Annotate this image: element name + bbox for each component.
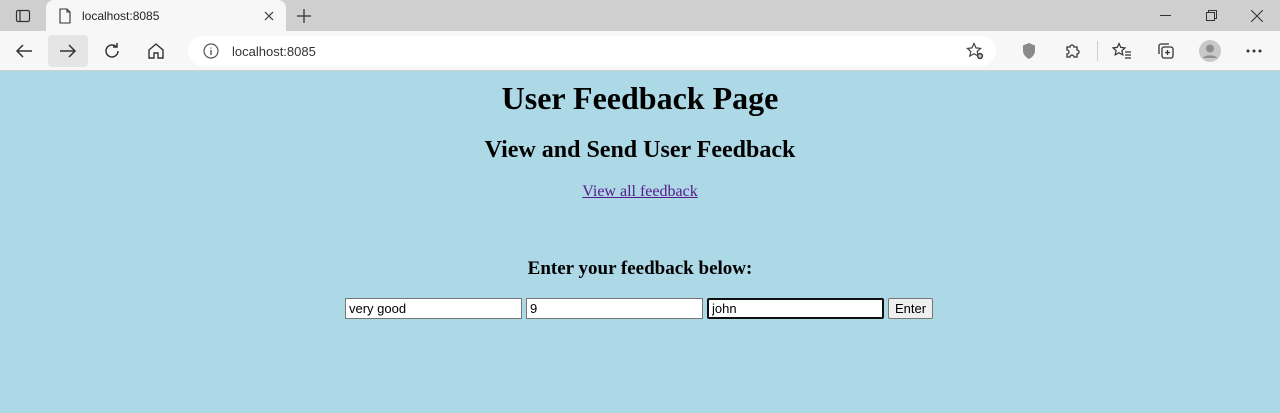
favorites-icon [1112, 42, 1131, 59]
restore-button[interactable] [1188, 0, 1234, 31]
address-url: localhost:8085 [232, 43, 316, 59]
minimize-icon [1159, 15, 1171, 16]
link-container: View all feedback [0, 183, 1280, 201]
restore-icon [1205, 10, 1217, 21]
new-tab-button[interactable] [286, 0, 322, 31]
feedback-form: Enter [345, 298, 934, 319]
form-heading: Enter your feedback below: [527, 258, 753, 279]
info-icon[interactable] [196, 43, 226, 59]
feedback-input[interactable] [345, 298, 522, 319]
collections-icon [1158, 43, 1174, 59]
browser-tab[interactable]: localhost:8085 [46, 0, 286, 31]
close-icon [1251, 9, 1263, 22]
page-icon [59, 7, 71, 24]
home-icon [148, 42, 164, 59]
avatar-icon [1199, 40, 1221, 62]
name-input[interactable] [707, 298, 884, 319]
extensions-button[interactable] [1051, 35, 1095, 67]
view-all-feedback-link[interactable]: View all feedback [582, 183, 697, 200]
plus-icon [297, 8, 311, 23]
toolbar-right [1007, 35, 1276, 67]
shield-icon [1023, 43, 1035, 59]
tab-actions-button[interactable] [0, 0, 46, 31]
add-favorite-icon[interactable] [960, 42, 990, 60]
toolbar-separator [1097, 41, 1098, 61]
back-arrow-icon [15, 43, 32, 58]
more-icon [1246, 49, 1262, 53]
browser-toolbar: localhost:8085 [0, 31, 1280, 71]
back-button[interactable] [4, 35, 44, 67]
shield-extension-button[interactable] [1007, 35, 1051, 67]
tab-title: localhost:8085 [82, 8, 160, 23]
rating-input[interactable] [526, 298, 703, 319]
refresh-icon [105, 42, 119, 58]
close-tab-icon[interactable] [260, 7, 278, 25]
forward-arrow-icon [60, 43, 77, 58]
close-window-button[interactable] [1234, 0, 1280, 31]
profile-button[interactable] [1188, 35, 1232, 67]
favorites-button[interactable] [1100, 35, 1144, 67]
collections-button[interactable] [1144, 35, 1188, 67]
address-bar[interactable]: localhost:8085 [188, 36, 996, 66]
tab-actions-icon [15, 9, 31, 22]
enter-button[interactable]: Enter [888, 298, 934, 319]
page-title: User Feedback Page [501, 80, 779, 116]
home-button[interactable] [136, 35, 176, 67]
refresh-button[interactable] [92, 35, 132, 67]
minimize-button[interactable] [1142, 0, 1188, 31]
page-content: User Feedback Page View and Send User Fe… [0, 71, 1280, 413]
window-controls [1142, 0, 1280, 31]
page-subtitle: View and Send User Feedback [484, 137, 796, 163]
forward-button[interactable] [48, 34, 88, 67]
puzzle-icon [1066, 44, 1080, 58]
more-menu-button[interactable] [1232, 35, 1276, 67]
tab-bar: localhost:8085 [0, 0, 1280, 31]
